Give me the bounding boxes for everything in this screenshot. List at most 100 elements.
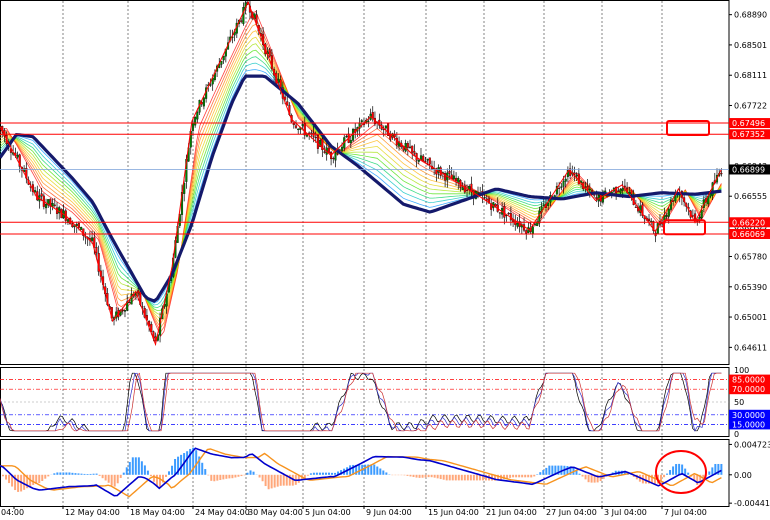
candle-body (417, 160, 420, 162)
macd-histogram-bar (252, 471, 255, 475)
rsi-axis-label: 50 (734, 398, 744, 407)
macd-histogram-bar (17, 474, 20, 492)
candle-body (650, 220, 653, 222)
macd-histogram-bar (225, 474, 228, 479)
macd-histogram-bar (270, 474, 273, 489)
macd-histogram-bar (463, 474, 466, 481)
macd-histogram-bar (472, 474, 475, 481)
macd-histogram-bar (146, 470, 149, 475)
candle-body (577, 173, 580, 185)
candle-body (483, 197, 486, 199)
level-price-label: 0.66220 (732, 218, 765, 227)
candle-body (547, 203, 550, 206)
time-axis-label: 21 Jun 04:00 (486, 508, 537, 517)
macd-histogram-bar (364, 464, 367, 475)
time-axis-label: 27 Jun 04:00 (546, 508, 597, 517)
macd-histogram-bar (542, 470, 545, 475)
ribbon-ma-line (0, 23, 722, 329)
macd-histogram-bar (98, 474, 101, 476)
zigzag-line (0, 0, 722, 347)
macd-histogram-bar (439, 474, 442, 480)
macd-histogram-bar (708, 471, 711, 475)
candle-body (457, 177, 460, 183)
macd-histogram-bar (243, 474, 246, 476)
candle-body (40, 193, 43, 197)
macd-histogram-bar (92, 473, 95, 475)
candle-body (720, 173, 723, 175)
candle-body (516, 223, 519, 227)
candle-body (191, 122, 195, 131)
rsi-level-label: 30.0000 (732, 411, 765, 420)
price-axis-label: 0.65001 (734, 313, 767, 322)
candle-body (455, 177, 458, 182)
time-axis-label: 9 Jun 04:00 (366, 508, 412, 517)
macd-histogram-bar (421, 474, 424, 478)
candle-body (575, 174, 578, 177)
macd-histogram-bar (116, 474, 119, 484)
macd-histogram-bar (86, 474, 89, 475)
candle-body (617, 190, 620, 192)
candle-body (323, 151, 326, 153)
candle-body (408, 146, 412, 148)
macd-histogram-bar (720, 463, 723, 475)
candle-body (297, 128, 300, 130)
macd-histogram-bar (110, 474, 113, 486)
candle-body (128, 302, 131, 304)
candle-body (121, 309, 124, 311)
macd-histogram-bar (584, 474, 587, 480)
candle-body (53, 204, 56, 206)
candle-body (494, 203, 497, 207)
macd-histogram-bar (376, 466, 379, 475)
candle-body (542, 204, 545, 206)
macd-histogram-bar (44, 474, 47, 479)
macd-histogram-bar (684, 468, 687, 475)
macd-histogram-bar (174, 458, 177, 475)
level-price-label: 0.67496 (732, 119, 765, 128)
macd-histogram-bar (152, 474, 155, 482)
candle-body (71, 223, 74, 228)
macd-histogram-bar (261, 474, 264, 482)
macd-histogram-bar (445, 474, 448, 481)
candle-body (448, 171, 451, 174)
macd-histogram-bar (213, 474, 216, 482)
candle-body (621, 188, 624, 191)
macd-histogram-bar (666, 473, 669, 475)
macd-histogram-bar (2, 474, 5, 477)
macd-histogram-bar (186, 451, 189, 475)
candle-body (222, 55, 225, 61)
macd-histogram-bar (406, 474, 409, 476)
macd-histogram-bar (273, 474, 276, 488)
macd-histogram-bar (515, 474, 518, 478)
rsi-level-label: 15.0000 (732, 420, 765, 429)
macd-histogram-bar (409, 474, 412, 477)
macd-histogram-bar (551, 465, 554, 475)
macd-histogram-bar (433, 474, 436, 478)
candle-body (667, 208, 670, 217)
candle-body (623, 185, 626, 187)
candle-body (292, 123, 295, 126)
macd-histogram-bar (644, 474, 647, 484)
candle-body (220, 60, 223, 65)
candle-body (341, 146, 344, 152)
macd-histogram-bar (331, 472, 334, 475)
macd-histogram-bar (469, 474, 472, 481)
macd-histogram-bar (68, 472, 71, 475)
candle-body (406, 143, 409, 148)
candle-body (91, 237, 94, 241)
macd-histogram-bar (216, 474, 219, 481)
macd-histogram-bar (56, 472, 59, 475)
macd-histogram-bar (101, 474, 104, 479)
macd-histogram-bar (140, 461, 143, 475)
candle-body (194, 117, 197, 126)
macd-histogram-bar (168, 471, 171, 475)
time-axis-label: 3 Jul 04:00 (604, 508, 647, 517)
macd-histogram-bar (258, 474, 261, 478)
macd-histogram-bar (457, 474, 460, 481)
ribbon-ma-line (0, 69, 722, 304)
macd-histogram-bar (228, 474, 231, 479)
candle-body (619, 188, 622, 194)
candle-body (411, 145, 414, 153)
candle-body (367, 120, 370, 122)
macd-histogram-bar (131, 457, 134, 475)
macd-histogram-bar (696, 474, 699, 485)
